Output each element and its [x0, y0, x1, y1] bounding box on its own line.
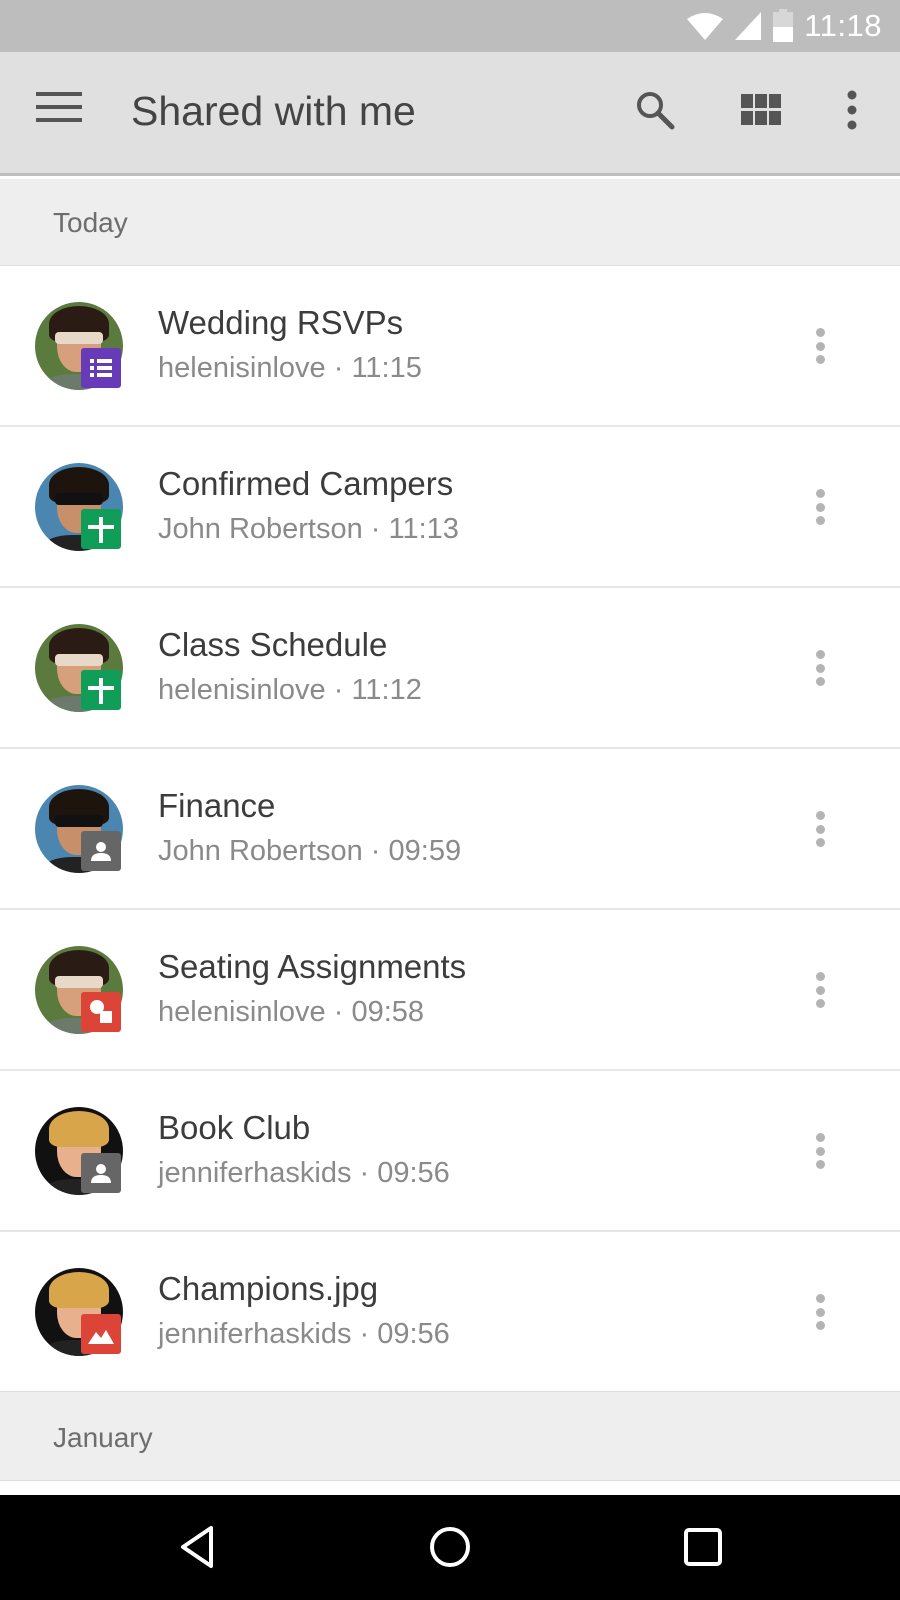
- more-options-button[interactable]: [824, 82, 880, 138]
- section-header-today: Today: [0, 179, 900, 266]
- page-title: Shared with me: [131, 88, 416, 134]
- sheets-icon: [81, 670, 121, 710]
- file-meta: John Robertson · 09:59: [158, 835, 462, 867]
- list-continuation: [0, 1481, 900, 1495]
- file-name: Class Schedule: [158, 626, 388, 663]
- shared-folder-icon: [81, 831, 121, 871]
- wifi-icon: [687, 13, 724, 40]
- system-nav-bar: [0, 1495, 900, 1600]
- status-bar: 11:18: [0, 0, 900, 52]
- sheets-icon: [81, 509, 121, 549]
- item-more-button[interactable]: [804, 1288, 836, 1336]
- search-button[interactable]: [627, 82, 683, 138]
- item-more-button[interactable]: [804, 322, 836, 370]
- file-name: Confirmed Campers: [158, 465, 454, 502]
- section-header-january: January: [0, 1391, 900, 1481]
- image-icon: [81, 1314, 121, 1354]
- file-list: Wedding RSVPs helenisinlove · 11:15 Confir…: [0, 266, 900, 1393]
- file-meta: helenisinlove · 11:15: [158, 352, 422, 384]
- file-meta: helenisinlove · 11:12: [158, 674, 422, 706]
- file-name: Champions.jpg: [158, 1270, 379, 1307]
- app-toolbar: Shared with me: [0, 52, 900, 176]
- list-item[interactable]: Seating Assignments helenisinlove · 09:58: [0, 910, 900, 1071]
- menu-icon: [36, 92, 84, 122]
- more-vert-icon: [815, 811, 825, 820]
- grid-view-icon: [741, 94, 781, 125]
- back-button[interactable]: [163, 1517, 233, 1577]
- recents-button[interactable]: [668, 1517, 738, 1577]
- section-label: January: [53, 1422, 153, 1453]
- item-more-button[interactable]: [804, 805, 836, 853]
- shared-folder-icon: [81, 1153, 121, 1193]
- battery-icon: [773, 9, 794, 42]
- item-more-button[interactable]: [804, 966, 836, 1014]
- more-vert-icon: [815, 650, 825, 659]
- more-vert-icon: [815, 489, 825, 498]
- status-time: 11:18: [804, 8, 882, 43]
- file-meta: jenniferhaskids · 09:56: [158, 1157, 450, 1189]
- home-button[interactable]: [415, 1517, 485, 1577]
- file-name: Wedding RSVPs: [158, 304, 404, 341]
- more-vert-icon: [815, 1133, 825, 1142]
- file-name: Seating Assignments: [158, 948, 467, 985]
- cellular-signal-icon: [735, 12, 762, 40]
- file-name: Book Club: [158, 1109, 311, 1146]
- list-item[interactable]: Class Schedule helenisinlove · 11:12: [0, 588, 900, 749]
- back-icon: [181, 1526, 213, 1568]
- more-vert-icon: [815, 972, 825, 981]
- home-icon: [430, 1527, 470, 1567]
- menu-button[interactable]: [36, 92, 84, 128]
- file-meta: jenniferhaskids · 09:56: [158, 1318, 450, 1350]
- forms-icon: [81, 348, 121, 388]
- file-name: Finance: [158, 787, 276, 824]
- list-item[interactable]: Wedding RSVPs helenisinlove · 11:15: [0, 266, 900, 427]
- file-meta: John Robertson · 11:13: [158, 513, 459, 545]
- list-item[interactable]: Finance John Robertson · 09:59: [0, 749, 900, 910]
- item-more-button[interactable]: [804, 483, 836, 531]
- file-meta: helenisinlove · 09:58: [158, 996, 425, 1028]
- recents-icon: [684, 1528, 722, 1566]
- grid-view-button[interactable]: [733, 82, 789, 138]
- more-vert-icon: [815, 1294, 825, 1303]
- search-icon: [637, 92, 675, 130]
- item-more-button[interactable]: [804, 644, 836, 692]
- drawings-icon: [81, 992, 121, 1032]
- more-vert-icon: [847, 90, 857, 130]
- more-vert-icon: [815, 328, 825, 337]
- list-item[interactable]: Champions.jpg jenniferhaskids · 09:56: [0, 1232, 900, 1393]
- item-more-button[interactable]: [804, 1127, 836, 1175]
- list-item[interactable]: Confirmed Campers John Robertson · 11:13: [0, 427, 900, 588]
- list-item[interactable]: Book Club jenniferhaskids · 09:56: [0, 1071, 900, 1232]
- section-label: Today: [53, 207, 128, 238]
